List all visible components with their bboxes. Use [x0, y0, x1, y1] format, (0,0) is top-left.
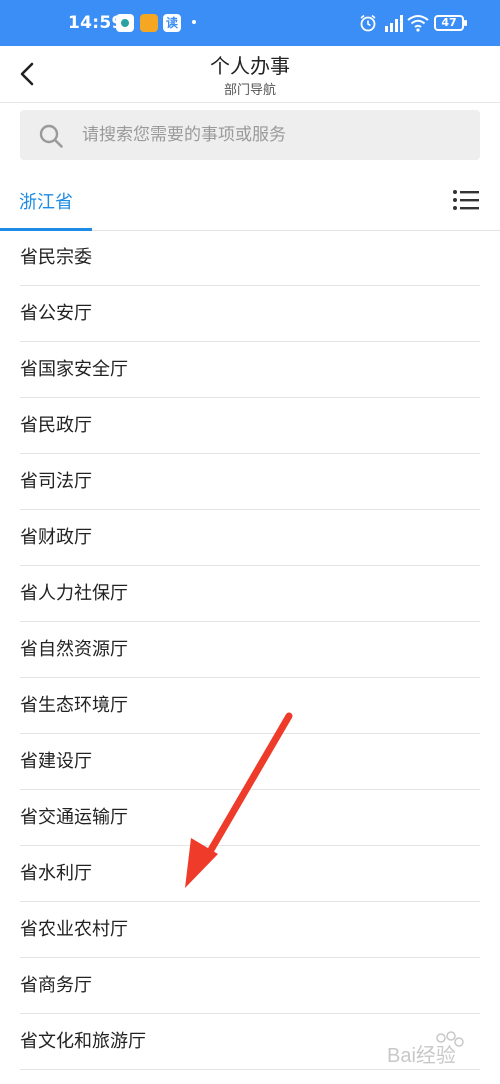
app-notification-icon: [140, 14, 158, 32]
search-input[interactable]: [82, 110, 462, 160]
department-list: 省民宗委 省公安厅 省国家安全厅 省民政厅 省司法厅 省财政厅 省人力社保厅 省…: [20, 230, 480, 1070]
list-item[interactable]: 省农业农村厅: [20, 902, 480, 958]
tab-zhejiang[interactable]: 浙江省: [0, 170, 92, 231]
region-tab-bar: 浙江省: [0, 170, 500, 231]
list-item[interactable]: 省人力社保厅: [20, 566, 480, 622]
list-item[interactable]: 省商务厅: [20, 958, 480, 1014]
list-item[interactable]: 省交通运输厅: [20, 790, 480, 846]
baidu-jingyan-watermark: Bai经验: [387, 1031, 464, 1067]
list-item[interactable]: 省财政厅: [20, 510, 480, 566]
list-item[interactable]: 省水利厅: [20, 846, 480, 902]
list-item[interactable]: 省生态环境厅: [20, 678, 480, 734]
search-bar[interactable]: [20, 110, 480, 160]
list-item[interactable]: 省建设厅: [20, 734, 480, 790]
list-item[interactable]: 省国家安全厅: [20, 342, 480, 398]
alarm-icon: [360, 14, 376, 32]
search-icon: [39, 124, 63, 148]
watermark-text: Bai经验: [387, 1044, 456, 1067]
tab-label: 浙江省: [19, 192, 73, 213]
more-notifications-icon: [192, 20, 196, 24]
list-item[interactable]: 省自然资源厅: [20, 622, 480, 678]
list-item[interactable]: 省民政厅: [20, 398, 480, 454]
battery-icon: 47: [434, 15, 467, 31]
header: 个人办事 部门导航: [0, 46, 500, 103]
app-notification-icon: [116, 14, 134, 32]
page-subtitle: 部门导航: [223, 83, 276, 98]
list-item[interactable]: 省公安厅: [20, 286, 480, 342]
list-item[interactable]: 省司法厅: [20, 454, 480, 510]
list-item[interactable]: 省民宗委: [20, 230, 480, 286]
wifi-icon: [407, 15, 429, 32]
status-bar: 14:59 读 47: [0, 0, 500, 46]
page-title: 个人办事: [210, 54, 290, 78]
app-notification-icon: 读: [163, 14, 181, 32]
list-menu-icon[interactable]: [452, 188, 480, 212]
signal-icon: [385, 15, 403, 32]
